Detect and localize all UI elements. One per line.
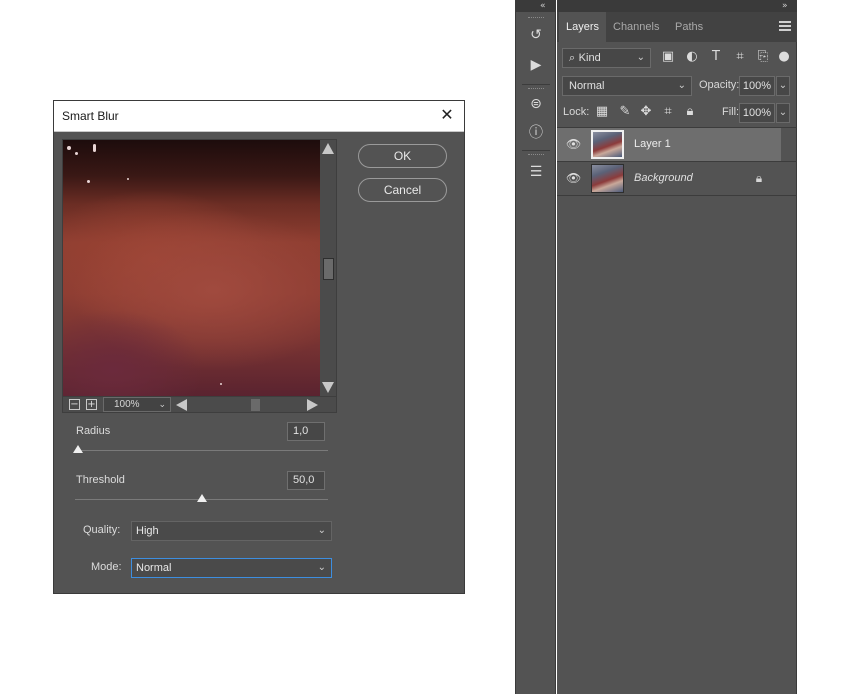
layer-thumbnail [591, 130, 624, 159]
mode-value: Normal [136, 562, 172, 574]
history-icon[interactable]: ↺ [525, 24, 547, 46]
tab-channels[interactable]: Channels [606, 12, 666, 42]
layer-comps-icon[interactable]: ☰ [525, 161, 547, 183]
lock-row: Lock: ▦ ✎ ✥ ⌗ 🔒︎ Fill: 100% ⌄ [557, 103, 797, 123]
smart-blur-dialog: Smart Blur ✕ − + 100% ⌄ OK Cancel Radius… [53, 100, 465, 594]
filter-kind-select[interactable]: ⌕ Kind ⌄ [562, 48, 651, 68]
grip-icon[interactable] [528, 88, 544, 90]
quality-value: High [136, 525, 159, 537]
chevron-down-icon: ⌄ [317, 525, 326, 536]
search-icon: ⌕ [569, 51, 579, 64]
dialog-title: Smart Blur [62, 109, 119, 123]
grip-icon[interactable] [528, 17, 544, 19]
layer-row[interactable]: 👁︎ Layer 1 [557, 128, 781, 161]
fill-input[interactable]: 100% [739, 103, 775, 123]
lock-all-icon[interactable]: 🔒︎ [681, 103, 699, 121]
mode-label: Mode: [91, 561, 122, 573]
chevron-down-icon: ⌄ [677, 80, 686, 91]
threshold-slider-handle[interactable] [196, 494, 207, 502]
visibility-eye-icon[interactable]: 👁︎ [566, 137, 581, 151]
zoom-level-select[interactable]: 100% ⌄ [103, 397, 171, 412]
chevron-down-icon: ⌄ [636, 52, 645, 63]
horizontal-scroll-thumb[interactable] [251, 399, 260, 411]
chevron-down-icon: ⌄ [158, 399, 166, 409]
cancel-button[interactable]: Cancel [358, 178, 447, 202]
expand-panels-icon[interactable]: « [540, 0, 546, 12]
lock-image-pixels-icon[interactable]: ✎ [616, 103, 634, 121]
pixel-layer-filter-icon[interactable]: ▣ [659, 48, 677, 66]
zoom-in-icon[interactable]: + [86, 399, 97, 410]
zoom-level-value: 100% [114, 399, 140, 410]
tab-paths[interactable]: Paths [668, 12, 710, 42]
layer-row[interactable]: 👁︎ Background 🔒︎ [557, 162, 781, 195]
opacity-input[interactable]: 100% [739, 76, 775, 96]
panel-menu-icon[interactable] [779, 21, 791, 31]
scroll-left-icon[interactable] [176, 399, 187, 411]
filter-kind-value: Kind [578, 52, 601, 64]
ok-button[interactable]: OK [358, 144, 447, 168]
properties-icon[interactable]: ⊜ [525, 93, 547, 115]
threshold-label: Threshold [76, 474, 125, 486]
lock-artboard-icon[interactable]: ⌗ [659, 103, 677, 121]
fill-dropdown-icon[interactable]: ⌄ [776, 103, 790, 123]
layers-panel: » Layers Channels Paths ⌕ Kind ⌄ ▣ ◐ T ⌗… [557, 0, 797, 694]
adjustment-layer-filter-icon[interactable]: ◐ [683, 48, 701, 66]
layer-name: Layer 1 [634, 138, 671, 150]
opacity-dropdown-icon[interactable]: ⌄ [776, 76, 790, 96]
filter-toggle-icon[interactable]: ● [778, 48, 790, 66]
strip-header: « [516, 0, 555, 12]
threshold-input[interactable]: 50,0 [287, 471, 325, 490]
blend-row: Normal ⌄ Opacity: 100% ⌄ [557, 76, 797, 96]
zoom-bar: − + 100% ⌄ [63, 397, 336, 412]
scroll-down-icon[interactable] [322, 382, 334, 393]
blend-mode-select[interactable]: Normal ⌄ [562, 76, 692, 96]
panel-header: » [557, 0, 797, 12]
lock-label: Lock: [563, 106, 590, 118]
mode-select[interactable]: Normal ⌄ [131, 558, 332, 578]
filter-row: ⌕ Kind ⌄ ▣ ◐ T ⌗ ⎘ ● [557, 48, 797, 68]
opacity-label: Opacity: [699, 79, 740, 91]
fill-label: Fill: [722, 106, 740, 118]
screen: Smart Blur ✕ − + 100% ⌄ OK Cancel Radius… [0, 0, 850, 694]
preview-image[interactable] [63, 140, 320, 396]
radius-slider-handle[interactable] [72, 445, 83, 453]
radius-label: Radius [76, 425, 111, 437]
play-actions-icon[interactable]: ▶ [525, 54, 547, 76]
quality-select[interactable]: High ⌄ [131, 521, 332, 541]
layer-name: Background [634, 172, 693, 184]
blend-mode-value: Normal [569, 80, 605, 92]
panel-tabs: Layers Channels Paths [557, 12, 797, 42]
collapsed-panels-strip: « ↺ ▶ ⊜ ⓘ ☰ [515, 0, 556, 694]
zoom-out-icon[interactable]: − [69, 399, 80, 410]
layer-lock-icon: 🔒︎ [755, 171, 763, 185]
type-layer-filter-icon[interactable]: T [707, 48, 725, 66]
quality-label: Quality: [83, 524, 121, 536]
dialog-titlebar[interactable]: Smart Blur ✕ [54, 101, 464, 132]
vertical-scrollbar[interactable] [320, 140, 336, 396]
tab-layers[interactable]: Layers [559, 12, 607, 42]
chevron-down-icon: ⌄ [317, 562, 326, 573]
info-icon[interactable]: ⓘ [525, 122, 547, 144]
smart-object-filter-icon[interactable]: ⎘ [754, 48, 772, 66]
preview-frame: − + 100% ⌄ [62, 139, 337, 413]
visibility-eye-icon[interactable]: 👁︎ [566, 171, 581, 185]
radius-slider-track[interactable] [75, 450, 328, 451]
lock-transparent-pixels-icon[interactable]: ▦ [593, 103, 611, 121]
radius-input[interactable]: 1,0 [287, 422, 325, 441]
vertical-scroll-thumb[interactable] [323, 258, 334, 280]
scroll-right-icon[interactable] [307, 399, 318, 411]
scroll-up-icon[interactable] [322, 143, 334, 154]
shape-layer-filter-icon[interactable]: ⌗ [731, 48, 749, 66]
close-icon[interactable]: ✕ [436, 105, 458, 127]
grip-icon[interactable] [528, 154, 544, 156]
collapse-panels-icon[interactable]: » [782, 0, 788, 12]
layer-thumbnail [591, 164, 624, 193]
lock-position-icon[interactable]: ✥ [637, 103, 655, 121]
